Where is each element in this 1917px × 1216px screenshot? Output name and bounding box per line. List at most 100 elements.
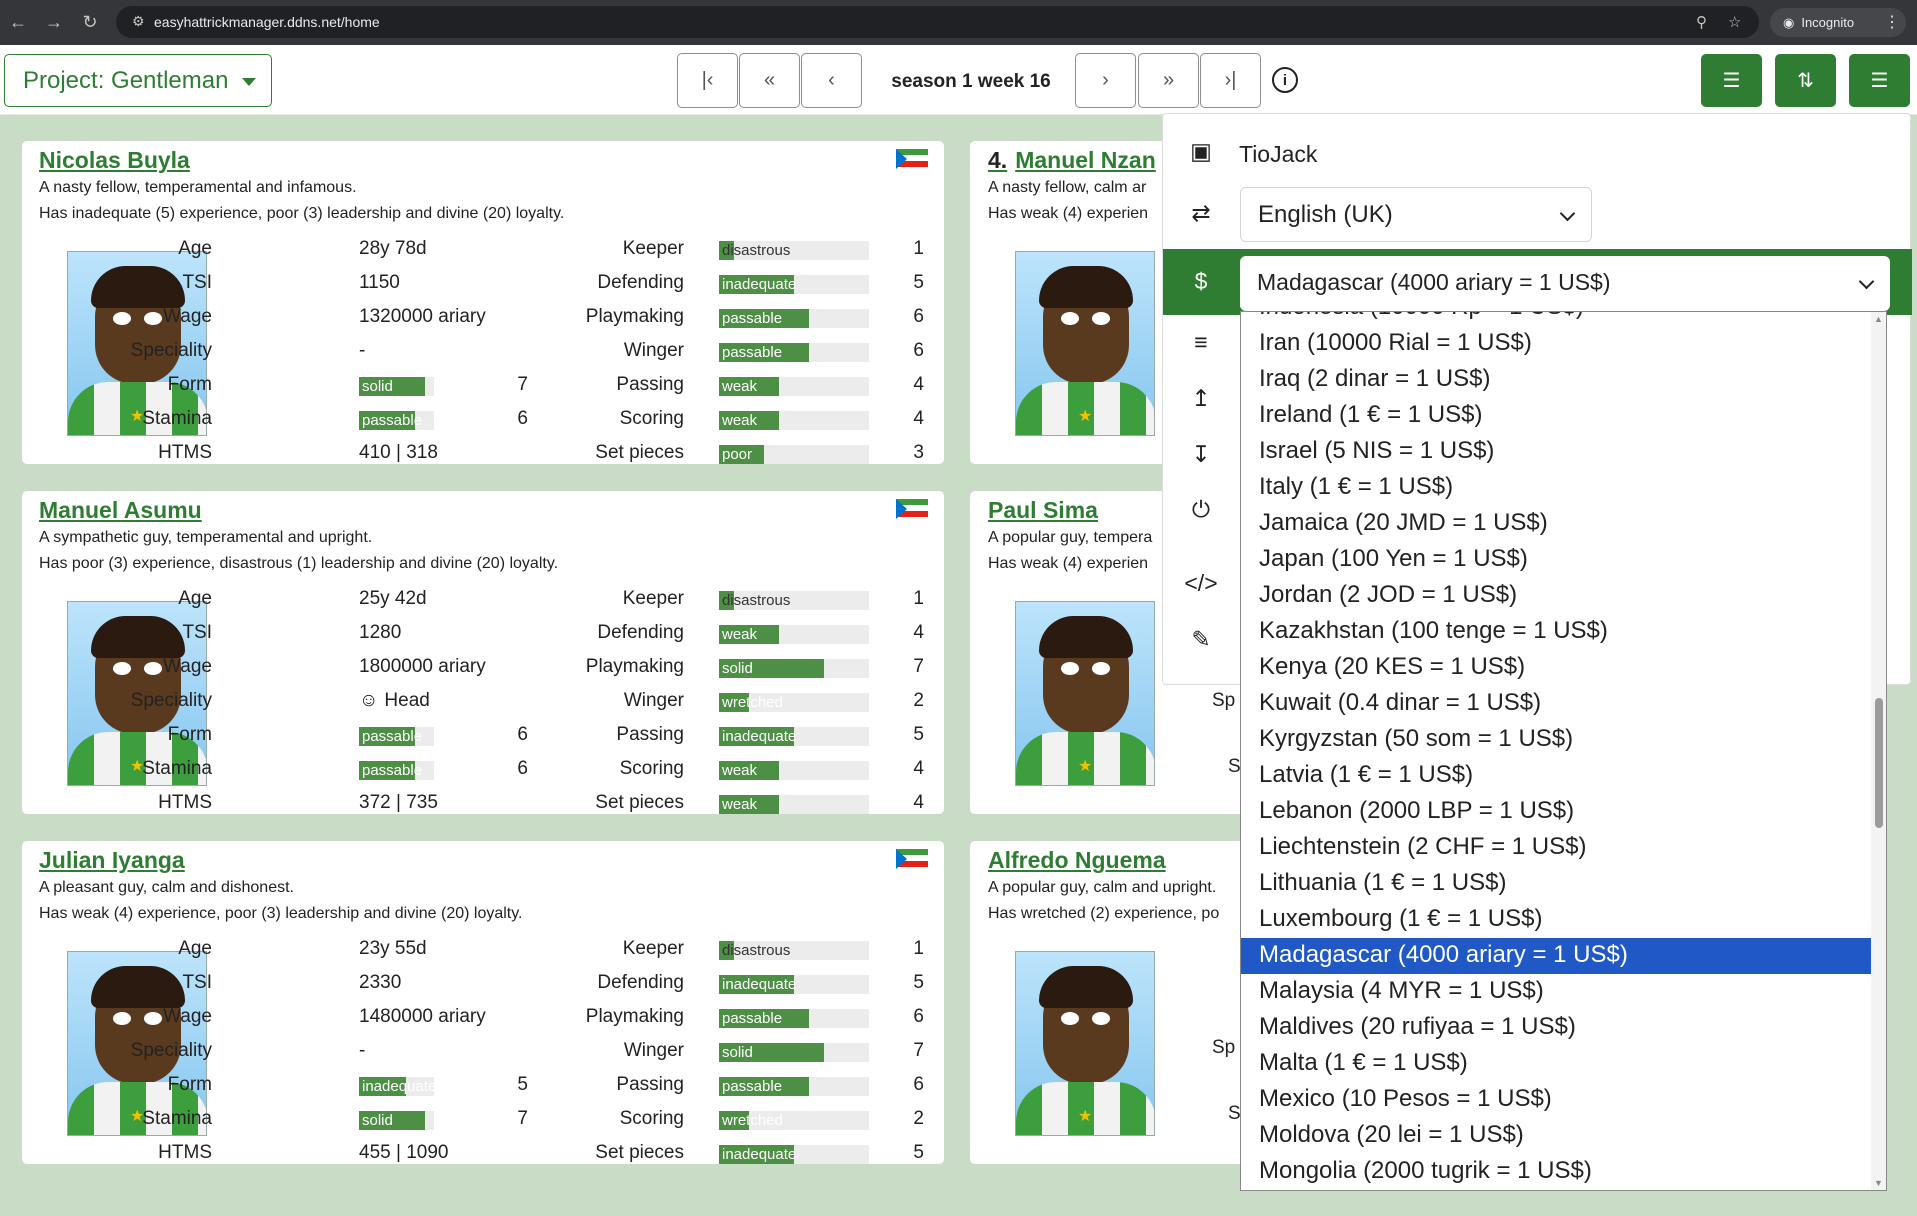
player-name-link[interactable]: 4. Manuel Nzan xyxy=(988,147,1156,174)
code-icon[interactable]: </> xyxy=(1184,569,1217,597)
skill-bar-text: weak xyxy=(722,762,758,779)
incognito-indicator[interactable]: ◉ Incognito ⋮ xyxy=(1770,8,1906,37)
bookmark-star-icon[interactable]: ☆ xyxy=(1728,13,1741,31)
stat-label-htms: HTMS xyxy=(158,1142,212,1163)
currency-option[interactable]: Liechtenstein (2 CHF = 1 US$) xyxy=(1241,830,1871,866)
currency-option[interactable]: Mexico (10 Pesos = 1 US$) xyxy=(1241,1082,1871,1118)
list-icon[interactable]: ≡ xyxy=(1187,328,1215,356)
currency-option[interactable]: Iraq (2 dinar = 1 US$) xyxy=(1241,362,1871,398)
skill-bar-text: solid xyxy=(722,660,753,677)
stat-value-wage: 1320000 ariary xyxy=(359,306,486,327)
scrollbar-thumb[interactable] xyxy=(1875,698,1883,828)
player-personality: A popular guy, tempera xyxy=(988,529,1153,546)
currency-dropdown-list[interactable]: Indonesia (10000 Rp = 1 US$) ▲ ▼ Iran (1… xyxy=(1240,311,1887,1191)
sort-icon: ⇅ xyxy=(1797,70,1814,92)
last-week-button[interactable]: ›| xyxy=(1200,53,1261,108)
next-week-button[interactable]: › xyxy=(1075,53,1136,108)
player-card: Manuel Asumu A sympathetic guy, temperame… xyxy=(22,491,944,814)
back-icon[interactable]: ← xyxy=(6,10,30,34)
currency-option[interactable]: Jordan (2 JOD = 1 US$) xyxy=(1241,578,1871,614)
sort-button[interactable]: ⇅ xyxy=(1775,54,1836,107)
filter-button[interactable]: ☰ xyxy=(1701,54,1762,107)
currency-option[interactable]: Jamaica (20 JMD = 1 US$) xyxy=(1241,506,1871,542)
address-bar[interactable]: ⚙ easyhattrickmanager.ddns.net/home ⚲ ☆ xyxy=(116,6,1759,38)
reload-icon[interactable]: ↻ xyxy=(78,10,102,34)
skill-label-set_pieces: Set pieces xyxy=(595,792,684,813)
skill-bar-text: inadequate xyxy=(722,1146,797,1163)
currency-option[interactable]: Kenya (20 KES = 1 US$) xyxy=(1241,650,1871,686)
scroll-down-icon[interactable]: ▼ xyxy=(1874,1178,1883,1188)
double-chevron-left-icon: « xyxy=(763,69,776,91)
site-info-icon[interactable]: ⚙ xyxy=(132,13,145,30)
stat-label-tsi: TSI xyxy=(182,272,212,293)
skill-value: 7 xyxy=(913,1040,924,1061)
currency-option-selected[interactable]: Madagascar (4000 ariary = 1 US$) xyxy=(1241,938,1871,974)
skill-label-scoring: Scoring xyxy=(619,758,684,779)
skill-bar-text: passable xyxy=(722,310,783,327)
player-name-link[interactable]: Julian Iyanga xyxy=(39,847,185,874)
project-dropdown-button[interactable]: Project: Gentleman xyxy=(4,54,272,107)
player-name-link[interactable]: Alfredo Nguema xyxy=(988,847,1166,874)
stamina-bar-text: passable xyxy=(362,762,423,779)
player-name-link[interactable]: Paul Sima xyxy=(988,497,1098,524)
skill-value: 5 xyxy=(913,1142,924,1163)
stat-label-wage: Wage xyxy=(163,1006,212,1027)
currency-option[interactable]: Malta (1 € = 1 US$) xyxy=(1241,1046,1871,1082)
stat-label-form: Form xyxy=(167,374,212,395)
skill-bar-text: inadequate xyxy=(722,728,797,745)
skill-label-playmaking: Playmaking xyxy=(585,1006,684,1027)
upload-icon[interactable]: ↥ xyxy=(1187,384,1215,412)
country-flag xyxy=(896,149,928,169)
country-flag xyxy=(896,499,928,519)
currency-option[interactable]: Luxembourg (1 € = 1 US$) xyxy=(1241,902,1871,938)
player-personality: A nasty fellow, temperamental and infamo… xyxy=(39,179,357,196)
player-experience: Has wretched (2) experience, po xyxy=(988,905,1220,922)
first-week-button[interactable]: |‹ xyxy=(677,53,738,108)
currency-option[interactable]: Moldova (20 lei = 1 US$) xyxy=(1241,1118,1871,1154)
player-name-link[interactable]: Nicolas Buyla xyxy=(39,147,190,174)
currency-option[interactable]: Iran (10000 Rial = 1 US$) xyxy=(1241,326,1871,362)
player-name-link[interactable]: Manuel Asumu xyxy=(39,497,202,524)
previous-week-button[interactable]: ‹ xyxy=(801,53,862,108)
dropdown-scrollbar[interactable]: ▲ ▼ xyxy=(1871,312,1886,1190)
currency-option[interactable]: Italy (1 € = 1 US$) xyxy=(1241,470,1871,506)
power-icon[interactable]: ⏻ xyxy=(1187,495,1215,523)
forward-icon[interactable]: → xyxy=(42,10,66,34)
currency-value: Madagascar (4000 ariary = 1 US$) xyxy=(1257,269,1611,295)
skill-bar: inadequate xyxy=(719,275,869,294)
currency-option[interactable]: Lithuania (1 € = 1 US$) xyxy=(1241,866,1871,902)
skill-label-set_pieces: Set pieces xyxy=(595,1142,684,1163)
currency-option[interactable]: Maldives (20 rufiyaa = 1 US$) xyxy=(1241,1010,1871,1046)
download-icon[interactable]: ↧ xyxy=(1187,440,1215,468)
currency-option[interactable]: Kuwait (0.4 dinar = 1 US$) xyxy=(1241,686,1871,722)
form-bar-text: solid xyxy=(362,378,393,395)
zoom-icon[interactable]: ⚲ xyxy=(1696,13,1707,31)
currency-option[interactable]: Japan (100 Yen = 1 US$) xyxy=(1241,542,1871,578)
currency-option[interactable]: Ireland (1 € = 1 US$) xyxy=(1241,398,1871,434)
currency-option[interactable]: Lebanon (2000 LBP = 1 US$) xyxy=(1241,794,1871,830)
skill-value: 6 xyxy=(913,1074,924,1095)
language-select[interactable]: English (UK) xyxy=(1240,187,1592,242)
back-many-weeks-button[interactable]: « xyxy=(739,53,800,108)
currency-option[interactable]: Indonesia (10000 Rp = 1 US$) xyxy=(1241,312,1871,326)
skill-bar: inadequate xyxy=(719,975,869,994)
currency-select[interactable]: Madagascar (4000 ariary = 1 US$) xyxy=(1240,256,1890,311)
scroll-up-icon[interactable]: ▲ xyxy=(1874,314,1883,324)
currency-option[interactable]: Kyrgyzstan (50 som = 1 US$) xyxy=(1241,722,1871,758)
browser-menu-icon[interactable]: ⋮ xyxy=(1884,12,1900,32)
currency-option[interactable]: Latvia (1 € = 1 US$) xyxy=(1241,758,1871,794)
pencil-icon[interactable]: ✎ xyxy=(1187,625,1215,653)
currency-option[interactable]: Mongolia (2000 tugrik = 1 US$) xyxy=(1241,1154,1871,1190)
skill-bar: inadequate xyxy=(719,727,869,746)
skill-value: 6 xyxy=(913,340,924,361)
info-icon[interactable]: i xyxy=(1272,67,1298,93)
currency-option[interactable]: Kazakhstan (100 tenge = 1 US$) xyxy=(1241,614,1871,650)
menu-button[interactable]: ☰ xyxy=(1849,54,1910,107)
skill-label-defending: Defending xyxy=(597,622,684,643)
currency-option[interactable]: Israel (5 NIS = 1 US$) xyxy=(1241,434,1871,470)
skill-value: 7 xyxy=(913,656,924,677)
forward-many-weeks-button[interactable]: » xyxy=(1138,53,1199,108)
stat-value-htms: 372 | 735 xyxy=(359,792,438,813)
stat-value-htms: 455 | 1090 xyxy=(359,1142,449,1163)
currency-option[interactable]: Malaysia (4 MYR = 1 US$) xyxy=(1241,974,1871,1010)
